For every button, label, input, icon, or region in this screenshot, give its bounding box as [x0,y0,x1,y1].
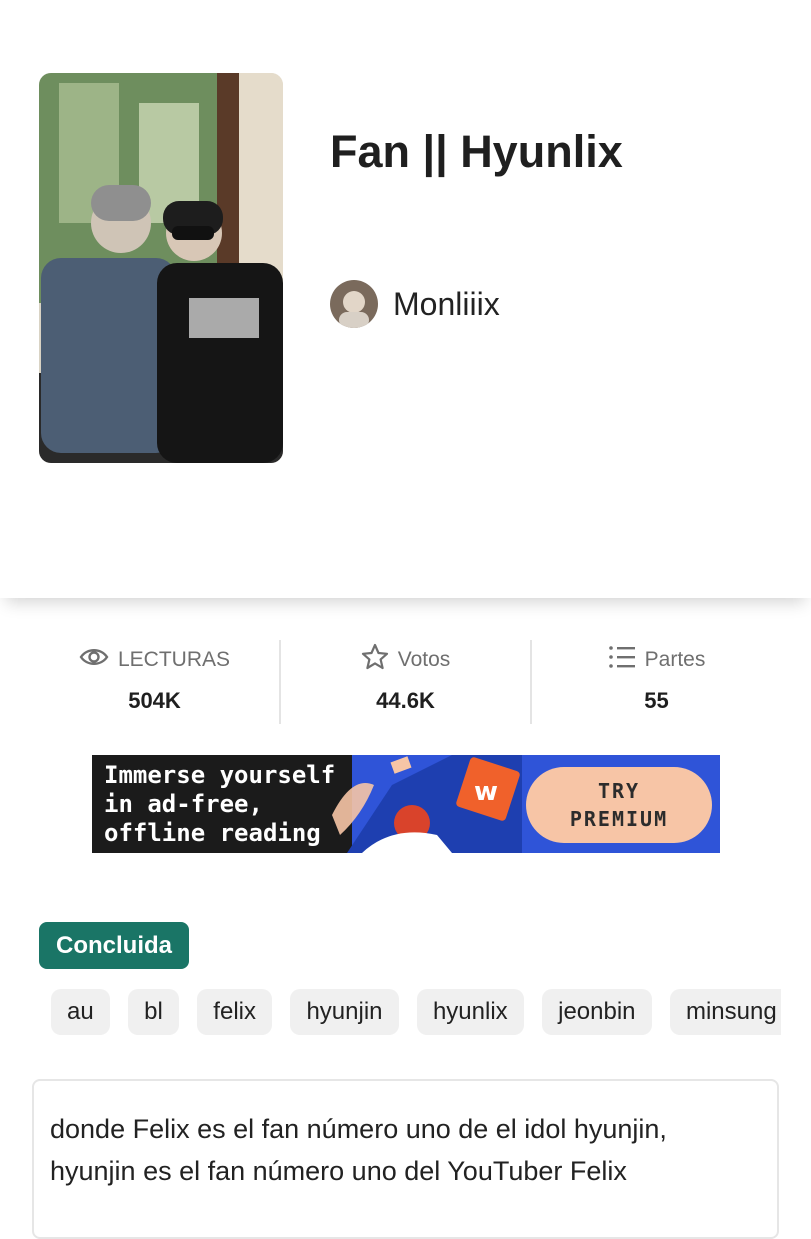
story-cover-image[interactable] [39,73,283,463]
tag-item[interactable]: bl [128,989,179,1035]
tag-list: au bl felix hyunjin hyunlix jeonbin mins… [51,989,781,1037]
stat-votes-label: Votos [397,648,451,671]
stat-parts-label: Partes [644,648,706,671]
completed-status-badge: Concluida [39,922,189,969]
story-title: Fan || Hyunlix [330,126,623,177]
tag-item[interactable]: hyunjin [290,989,399,1035]
story-header: Fan || Hyunlix Monliiix [0,0,811,598]
stat-votes: Votos 44.6K [281,640,530,724]
stat-reads-value: 504K [128,688,181,713]
stat-reads: LECTURAS 504K [30,640,279,724]
star-icon [361,643,398,677]
description-line: donde Felix es el fan número uno de el i… [50,1114,667,1144]
story-stats: LECTURAS 504K Votos 44.6K Partes 55 [30,640,781,724]
eye-icon [79,646,118,674]
premium-ad-banner[interactable]: w Immerse yourself in ad-free, offline r… [92,755,720,853]
tag-item[interactable]: minsung [669,989,781,1035]
stat-reads-label: LECTURAS [117,648,231,671]
tag-item[interactable]: hyunlix [416,989,524,1035]
svg-text:w: w [474,777,498,807]
tag-item[interactable]: au [51,989,110,1035]
author-avatar[interactable] [330,280,378,328]
stat-votes-value: 44.6K [376,688,435,713]
stat-parts: Partes 55 [532,640,781,724]
story-description[interactable]: donde Felix es el fan número uno de el i… [32,1079,779,1239]
try-premium-button[interactable]: TRY PREMIUM [526,767,712,843]
stat-parts-value: 55 [644,688,669,713]
list-icon [608,645,645,675]
author-link[interactable]: Monliiix [330,280,500,328]
author-name[interactable]: Monliiix [393,286,500,323]
tag-item[interactable]: felix [197,989,272,1035]
tag-item[interactable]: jeonbin [542,989,652,1035]
ad-headline: Immerse yourself in ad-free, offline rea… [104,761,336,847]
description-line: hyunjin es el fan número uno del YouTube… [50,1156,627,1186]
